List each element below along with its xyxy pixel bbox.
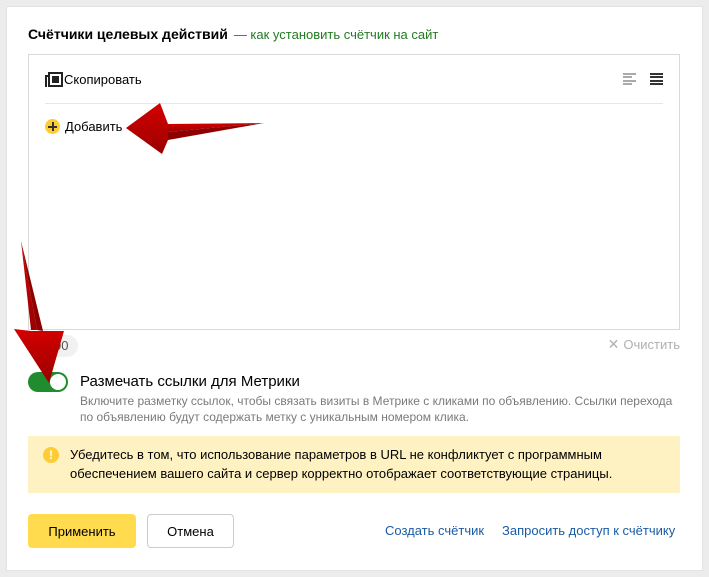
counters-editor: Скопировать Добавить: [28, 54, 680, 330]
clear-button[interactable]: ✕ Очистить: [608, 336, 680, 353]
warning-text: Убедитесь в том, что использование парам…: [70, 447, 613, 481]
create-counter-link[interactable]: Создать счётчик: [385, 523, 484, 538]
toggle-knob: [50, 374, 66, 390]
clear-button-label: Очистить: [623, 337, 680, 352]
toggle-description: Включите разметку ссылок, чтобы связать …: [80, 394, 673, 424]
apply-button[interactable]: Применить: [28, 514, 136, 548]
page-title: Счётчики целевых действий: [28, 26, 228, 42]
editor-toolbar: Скопировать: [45, 55, 663, 104]
cancel-button[interactable]: Отмена: [147, 514, 234, 548]
align-left-icon[interactable]: [623, 73, 636, 85]
add-counter-button[interactable]: Добавить: [45, 119, 122, 134]
header: Счётчики целевых действий — как установи…: [28, 26, 438, 42]
counter-chip: 00: [36, 335, 79, 357]
warning-banner: ! Убедитесь в том, что использование пар…: [28, 436, 680, 493]
plus-circle-icon: [45, 119, 60, 134]
copy-button-label: Скопировать: [64, 71, 142, 87]
warning-icon: !: [43, 447, 59, 463]
toggle-label: Размечать ссылки для Метрики: [80, 373, 300, 390]
install-counter-help-link[interactable]: — как установить счётчик на сайт: [234, 27, 439, 42]
request-access-link[interactable]: Запросить доступ к счётчику: [502, 523, 675, 538]
align-justify-icon[interactable]: [650, 73, 663, 85]
copy-button[interactable]: Скопировать: [45, 72, 142, 87]
view-mode-switch: [623, 73, 663, 85]
copy-icon: [45, 72, 63, 87]
add-counter-label: Добавить: [65, 119, 123, 134]
metrika-toggle[interactable]: [28, 372, 68, 392]
close-icon: ✕: [607, 336, 620, 352]
